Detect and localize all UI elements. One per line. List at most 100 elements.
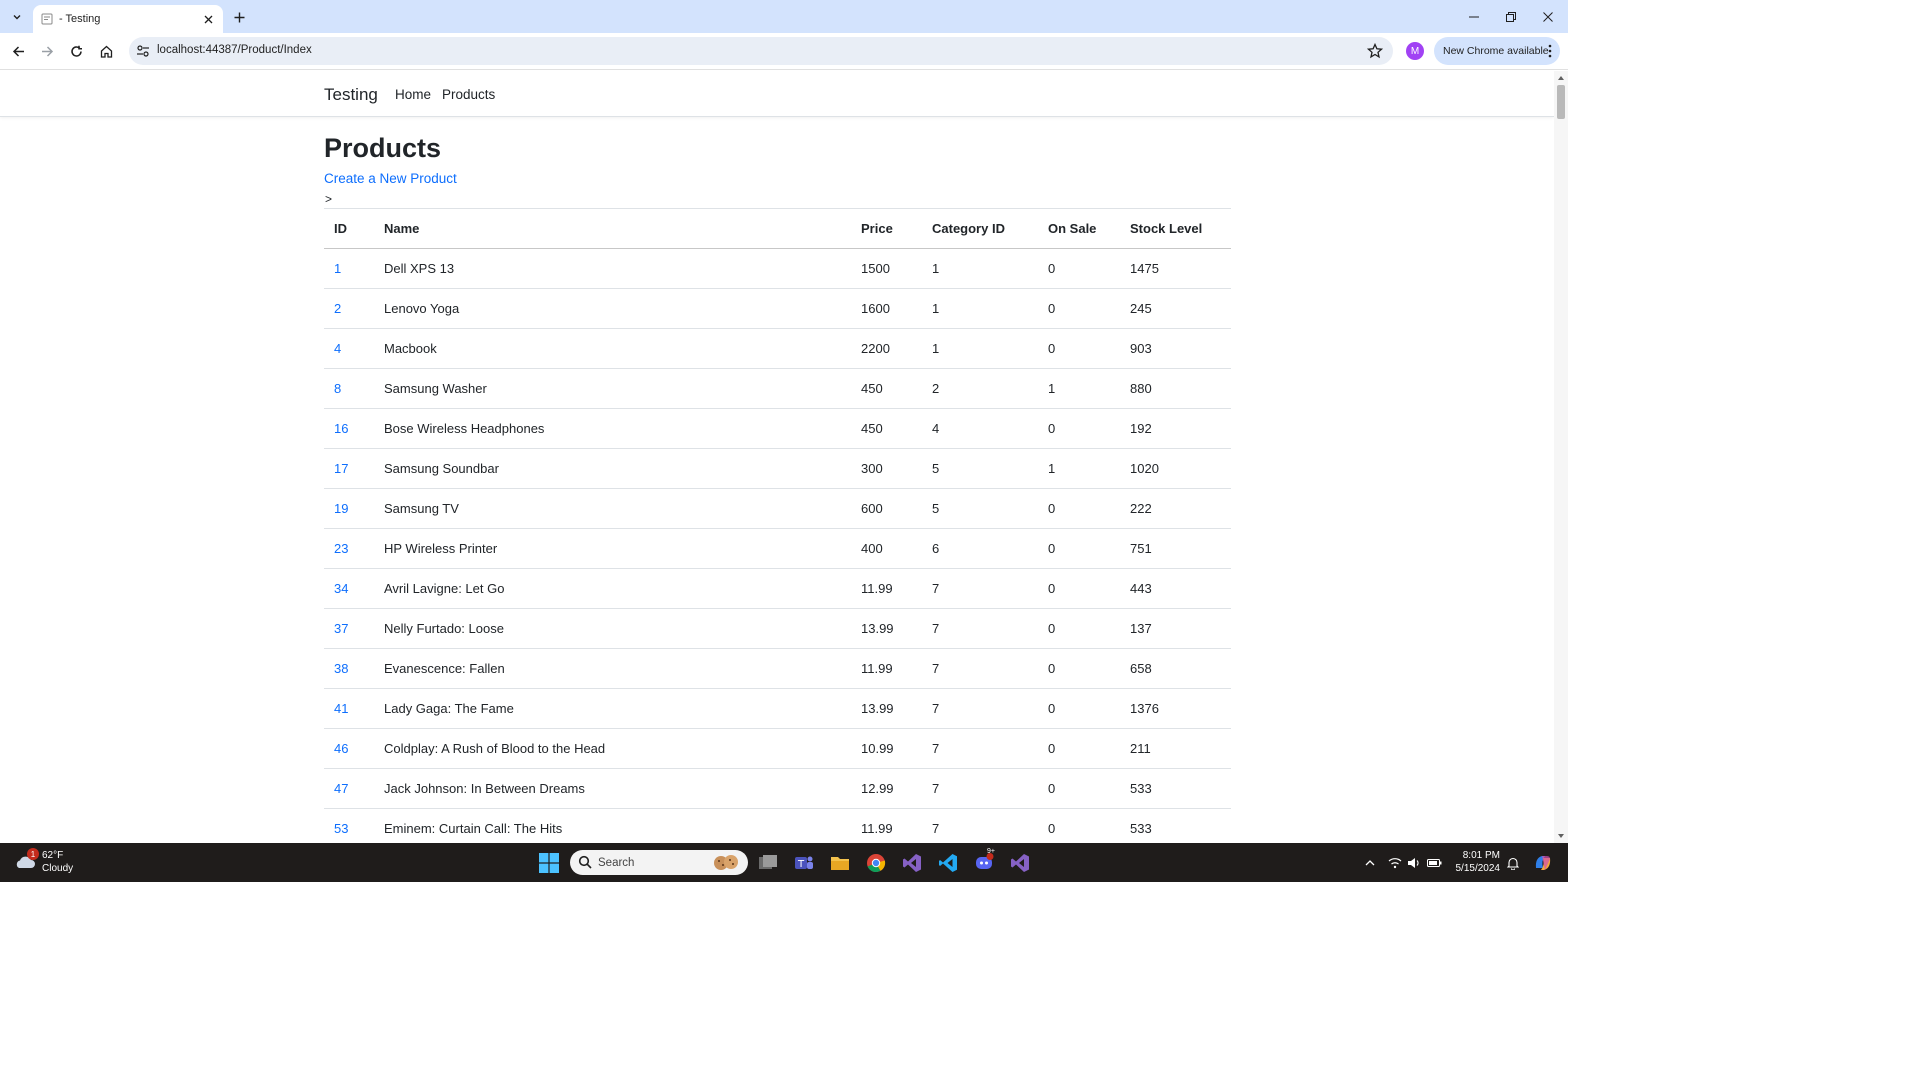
- tab-search-chevron-icon[interactable]: [6, 6, 28, 28]
- cell-name: Nelly Furtado: Loose: [374, 608, 851, 649]
- discord-icon[interactable]: 9+: [973, 848, 995, 874]
- cell-name: Samsung Washer: [374, 368, 851, 409]
- reload-icon[interactable]: [66, 41, 86, 61]
- bookmark-star-icon[interactable]: [1367, 43, 1383, 59]
- visual-studio-2-icon[interactable]: [1009, 852, 1031, 874]
- app-brand[interactable]: Testing: [324, 85, 378, 105]
- file-explorer-icon[interactable]: [829, 852, 851, 874]
- browser-tab[interactable]: - Testing: [33, 5, 223, 33]
- table-row: 17 Samsung Soundbar 300 5 1 1020: [324, 448, 1231, 489]
- cell-name: Avril Lavigne: Let Go: [374, 568, 851, 609]
- cell-stock-level: 137: [1120, 608, 1231, 649]
- cell-stock-level: 751: [1120, 528, 1231, 569]
- site-settings-icon[interactable]: [136, 44, 150, 58]
- windows-start-icon[interactable]: [538, 852, 560, 874]
- scrollbar-thumb[interactable]: [1557, 85, 1565, 119]
- cell-price: 600: [851, 488, 922, 529]
- cell-price: 450: [851, 368, 922, 409]
- teams-icon[interactable]: T: [793, 852, 815, 874]
- cell-category-id: 7: [922, 808, 1038, 843]
- restore-icon[interactable]: [1500, 6, 1522, 28]
- cookies-icon: [714, 855, 738, 870]
- cell-id[interactable]: 2: [324, 288, 374, 329]
- cell-on-sale: 0: [1038, 328, 1120, 369]
- cell-on-sale: 1: [1038, 448, 1120, 489]
- cell-id[interactable]: 41: [324, 688, 374, 729]
- cell-on-sale: 0: [1038, 528, 1120, 569]
- copilot-icon[interactable]: [1533, 853, 1553, 873]
- cell-id[interactable]: 1: [324, 248, 374, 289]
- cell-category-id: 1: [922, 248, 1038, 289]
- cell-price: 11.99: [851, 808, 922, 843]
- scroll-down-arrow-icon[interactable]: [1557, 832, 1565, 840]
- show-hidden-icons-chevron-icon[interactable]: [1362, 855, 1378, 871]
- discord-badge: 9+: [987, 848, 995, 855]
- cell-category-id: 1: [922, 328, 1038, 369]
- cell-id[interactable]: 8: [324, 368, 374, 409]
- cell-id[interactable]: 38: [324, 648, 374, 689]
- wifi-icon[interactable]: [1387, 855, 1403, 871]
- visual-studio-icon[interactable]: [901, 852, 923, 874]
- cell-name: Dell XPS 13: [374, 248, 851, 289]
- tab-title: - Testing: [59, 13, 101, 25]
- back-arrow-icon[interactable]: [8, 41, 28, 61]
- cell-id[interactable]: 34: [324, 568, 374, 609]
- nav-link-products[interactable]: Products: [442, 87, 495, 102]
- cell-id[interactable]: 16: [324, 408, 374, 449]
- table-row: 2 Lenovo Yoga 1600 1 0 245: [324, 288, 1231, 329]
- page-title: Products: [324, 133, 442, 163]
- table-row: 41 Lady Gaga: The Fame 13.99 7 0 1376: [324, 688, 1231, 729]
- cell-id[interactable]: 47: [324, 768, 374, 809]
- cell-on-sale: 0: [1038, 728, 1120, 769]
- cell-on-sale: 0: [1038, 808, 1120, 843]
- chrome-icon[interactable]: [865, 852, 887, 874]
- volume-icon[interactable]: [1406, 855, 1422, 871]
- cell-category-id: 7: [922, 648, 1038, 689]
- cell-id[interactable]: 4: [324, 328, 374, 369]
- cell-stock-level: 880: [1120, 368, 1231, 409]
- clock-time: 8:01 PM: [1462, 850, 1500, 861]
- system-clock[interactable]: 8:01 PM 5/15/2024: [1452, 849, 1501, 875]
- cell-category-id: 6: [922, 528, 1038, 569]
- cell-price: 13.99: [851, 688, 922, 729]
- cell-price: 11.99: [851, 648, 922, 689]
- stray-text: >: [325, 192, 333, 206]
- home-icon[interactable]: [96, 41, 116, 61]
- cell-on-sale: 0: [1038, 608, 1120, 649]
- address-bar[interactable]: localhost:44387/Product/Index: [129, 37, 1393, 65]
- cell-category-id: 7: [922, 728, 1038, 769]
- close-window-icon[interactable]: [1537, 6, 1559, 28]
- new-tab-plus-icon[interactable]: [230, 8, 248, 26]
- cell-id[interactable]: 23: [324, 528, 374, 569]
- chrome-update-button[interactable]: New Chrome available: [1434, 37, 1560, 65]
- taskbar-search[interactable]: Search: [570, 850, 748, 875]
- cell-id[interactable]: 17: [324, 448, 374, 489]
- cell-id[interactable]: 46: [324, 728, 374, 769]
- minimize-icon[interactable]: [1463, 6, 1485, 28]
- forward-arrow-icon[interactable]: [37, 41, 57, 61]
- cell-name: Evanescence: Fallen: [374, 648, 851, 689]
- column-header-name: Name: [374, 208, 851, 249]
- scroll-up-arrow-icon[interactable]: [1557, 74, 1565, 82]
- nav-link-home[interactable]: Home: [395, 87, 431, 102]
- weather-widget[interactable]: 1 62°F Cloudy: [14, 848, 73, 875]
- cell-id[interactable]: 19: [324, 488, 374, 529]
- create-product-link[interactable]: Create a New Product: [324, 171, 457, 186]
- task-view-icon[interactable]: [757, 852, 779, 874]
- table-row: 8 Samsung Washer 450 2 1 880: [324, 368, 1231, 409]
- cell-price: 11.99: [851, 568, 922, 609]
- cell-id[interactable]: 53: [324, 808, 374, 843]
- cell-stock-level: 1376: [1120, 688, 1231, 729]
- battery-icon[interactable]: [1426, 855, 1442, 871]
- notification-bell-icon[interactable]: [1505, 855, 1521, 871]
- cell-category-id: 7: [922, 608, 1038, 649]
- cell-on-sale: 0: [1038, 568, 1120, 609]
- cell-id[interactable]: 37: [324, 608, 374, 649]
- table-row: 1 Dell XPS 13 1500 1 0 1475: [324, 248, 1231, 289]
- vs-code-icon[interactable]: [937, 852, 959, 874]
- cell-category-id: 7: [922, 688, 1038, 729]
- more-menu-icon[interactable]: [1547, 44, 1553, 58]
- profile-avatar[interactable]: M: [1406, 42, 1424, 60]
- close-tab-icon[interactable]: [201, 12, 215, 26]
- page-scrollbar[interactable]: [1554, 71, 1568, 843]
